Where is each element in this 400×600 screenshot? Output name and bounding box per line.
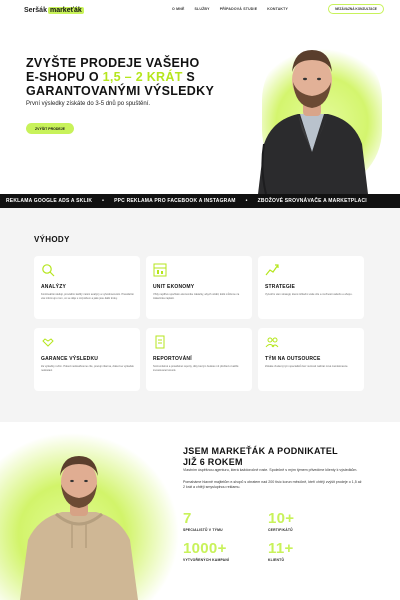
ticker-item-facebook: PPC REKLAMA PRO FACEBOOK A INSTAGRAM [114,198,236,204]
logo[interactable]: Seršák markeťák [24,4,84,16]
increase-sales-button[interactable]: ZVÝŠIT PRODEJE [26,123,74,134]
stat-certificates: 10+ CERTIFIKÁTŮ [268,510,294,532]
menu-item-case-study[interactable]: PŘÍPADOVÁ STUDIE [220,7,258,11]
logo-name: Seršák [24,6,47,14]
top-navigation: Seršák markeťák O MNĚ SLUŽBY PŘÍPADOVÁ S… [0,0,400,20]
logo-badge: markeťák [47,6,84,14]
menu-item-services[interactable]: SLUŽBY [194,7,209,11]
hero-title-line-1: ZVYŠTE PRODEJE VAŠEHO [26,56,200,70]
hero-title: ZVYŠTE PRODEJE VAŠEHO E-SHOPU O 1,5 – 2 … [26,56,266,98]
stat-value: 11+ [268,540,294,557]
stat-value: 10+ [268,510,295,527]
about-paragraph-2: Pomaháme hlavně majitelům e-shopů s obra… [183,480,362,489]
about-title-line-2: JIŽ 6 ROKEM [183,456,243,467]
hero-title-line-2c: S [182,70,196,84]
stat-campaigns: 1000+ VYTVOŘENÝCH KAMPANÍ [183,540,229,562]
benefit-card-reporting: REPORTOVÁNÍ Srozumitelné a pravidelné re… [146,328,252,391]
hero-subtitle: První výsledky získáte do 3-5 dnů po spu… [26,101,151,107]
stat-clients: 11+ KLIENTŮ [268,540,294,562]
about-paragraph-1: Vlastním úspěšnou agenturu, která každor… [183,468,358,472]
stat-specialists: 7 SPECIALISTŮ V TÝMU [183,510,223,532]
about-portrait-image [20,456,138,600]
benefit-description: Získáte zkušený tým specialistů bez nutn… [265,365,349,368]
report-icon [155,335,165,349]
benefit-description: Kontinuálně sleduji, provádím každý měsí… [41,293,134,300]
benefit-title: STRATEGIE [265,284,296,290]
ticker-item-marketplaces: ZBOŽOVÉ SROVNÁVAČE A MARKETPLACI [257,198,367,204]
hero-portrait-image [258,50,368,194]
team-icon [265,337,279,348]
benefit-card-analyses: ANALÝZY Kontinuálně sleduji, provádím ka… [34,256,140,319]
benefit-card-team: TÝM NA OUTSOURCE Získáte zkušený tým spe… [258,328,364,391]
benefit-card-unit-economy: UNIT EKONOMY Vždy nejdříve spočítám ekon… [146,256,252,319]
hero-title-line-2a: E-SHOPU O [26,70,103,84]
consultation-button[interactable]: NEZÁVAZNÁ KONZULTACE [328,4,384,14]
benefits-section: VÝHODY ANALÝZY Kontinuálně sleduji, prov… [0,208,400,422]
ticker-separator: • [102,198,105,204]
stat-label: VYTVOŘENÝCH KAMPANÍ [183,558,230,562]
unit-economy-icon [153,263,167,277]
stat-value: 1000+ [183,540,227,557]
benefits-title: VÝHODY [34,235,70,244]
benefit-description: Vytvořím vám strategii, která zohlední v… [265,293,353,296]
hero-title-highlight: 1,5 – 2 KRÁT [102,70,183,84]
guarantee-icon [42,338,54,347]
strategy-icon [265,264,279,276]
hero-section: ZVYŠTE PRODEJE VAŠEHO E-SHOPU O 1,5 – 2 … [0,20,400,194]
benefit-title: TÝM NA OUTSOURCE [265,356,321,362]
about-title-line-1: JSEM MARKEŤÁK A PODNIKATEL [183,446,338,456]
benefit-title: ANALÝZY [41,284,67,290]
benefit-description: Srozumitelné a pravidelné reporty, díky … [153,365,239,372]
benefit-title: GARANCE VÝSLEDKU [41,356,99,362]
benefit-description: Za výsledky ručím. Pokud nedosáhneme cíl… [41,365,134,372]
menu-item-about[interactable]: O MNĚ [172,7,184,11]
services-ticker: REKLAMA GOOGLE ADS A SKLIK • PPC REKLAMA… [0,194,400,208]
search-icon [42,264,55,277]
benefit-card-guarantee: GARANCE VÝSLEDKU Za výsledky ručím. Poku… [34,328,140,391]
stat-label: CERTIFIKÁTŮ [268,528,293,532]
hero-title-line-3: GARANTOVANÝMI VÝSLEDKY [26,84,215,98]
benefit-description: Vždy nejdříve spočítám ekonomiku zakázky… [153,293,240,300]
ticker-item-google: REKLAMA GOOGLE ADS A SKLIK [6,198,93,204]
ticker-separator: • [245,198,248,204]
benefit-title: UNIT EKONOMY [153,284,195,290]
stat-label: KLIENTŮ [268,558,285,562]
menu-item-contacts[interactable]: KONTAKTY [267,7,288,11]
benefit-card-strategy: STRATEGIE Vytvořím vám strategii, která … [258,256,364,319]
about-title: JSEM MARKEŤÁK A PODNIKATEL JIŽ 6 ROKEM [183,446,373,467]
benefit-title: REPORTOVÁNÍ [153,356,192,362]
main-menu: O MNĚ SLUŽBY PŘÍPADOVÁ STUDIE KONTAKTY [172,7,288,11]
about-section: JSEM MARKEŤÁK A PODNIKATEL JIŽ 6 ROKEM V… [0,422,400,600]
stat-value: 7 [183,510,192,527]
stat-label: SPECIALISTŮ V TÝMU [183,528,223,532]
